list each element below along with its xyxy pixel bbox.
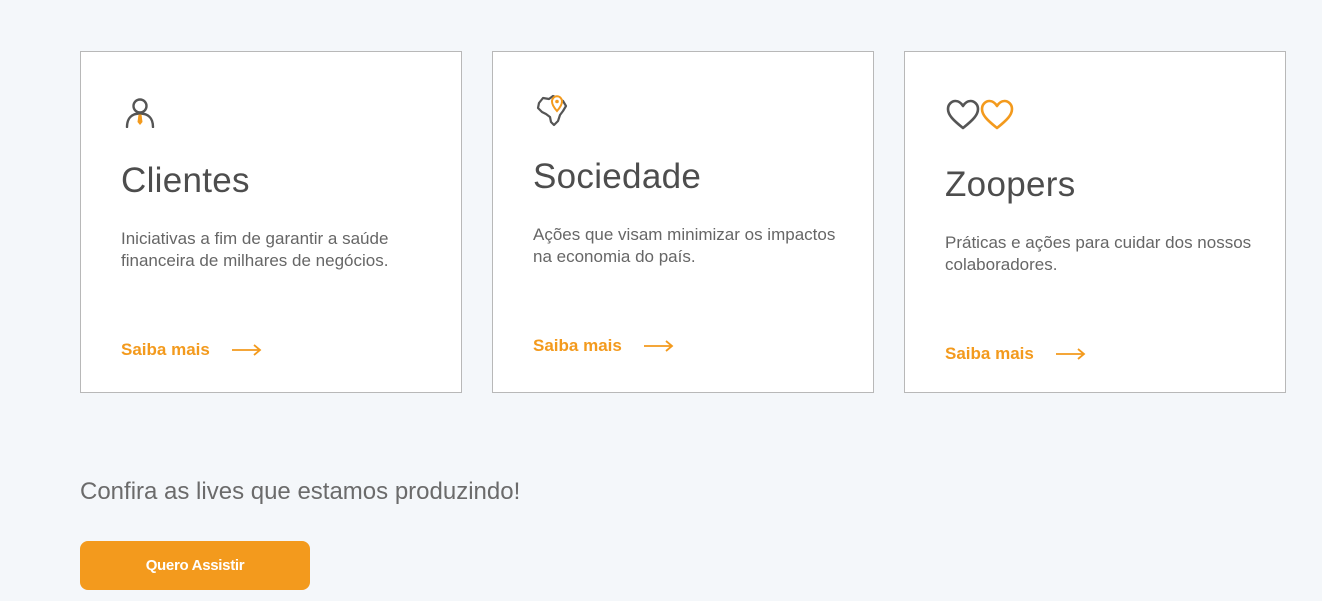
card-zoopers: Zoopers Práticas e ações para cuidar dos…: [904, 51, 1286, 393]
saiba-mais-link[interactable]: Saiba mais: [533, 336, 674, 356]
saiba-mais-label: Saiba mais: [945, 344, 1034, 363]
arrow-right-icon: [231, 344, 262, 356]
card-description: Práticas e ações para cuidar dos nossos …: [945, 233, 1252, 274]
quero-assistir-button[interactable]: Quero Assistir: [80, 541, 310, 590]
card-title: Clientes: [121, 161, 250, 200]
saiba-mais-label: Saiba mais: [121, 340, 210, 359]
brazil-map-pin-icon: [536, 94, 568, 127]
card-clientes: Clientes Iniciativas a fim de garantir a…: [80, 51, 462, 393]
card-title: Zoopers: [945, 165, 1076, 204]
page: Clientes Iniciativas a fim de garantir a…: [0, 0, 1322, 601]
person-icon: [125, 98, 155, 128]
card-title: Sociedade: [533, 157, 702, 196]
saiba-mais-link[interactable]: Saiba mais: [121, 340, 262, 360]
saiba-mais-label: Saiba mais: [533, 336, 622, 355]
arrow-right-icon: [1055, 348, 1086, 360]
saiba-mais-link[interactable]: Saiba mais: [945, 344, 1086, 364]
card-description: Iniciativas a fim de garantir a saúde fi…: [121, 229, 389, 270]
card-description: Ações que visam minimizar os impactos na…: [533, 225, 836, 266]
card-sociedade: Sociedade Ações que visam minimizar os i…: [492, 51, 874, 393]
arrow-right-icon: [643, 340, 674, 352]
two-hearts-icon: [946, 99, 1014, 130]
lives-heading: Confira as lives que estamos produzindo!: [80, 478, 521, 505]
